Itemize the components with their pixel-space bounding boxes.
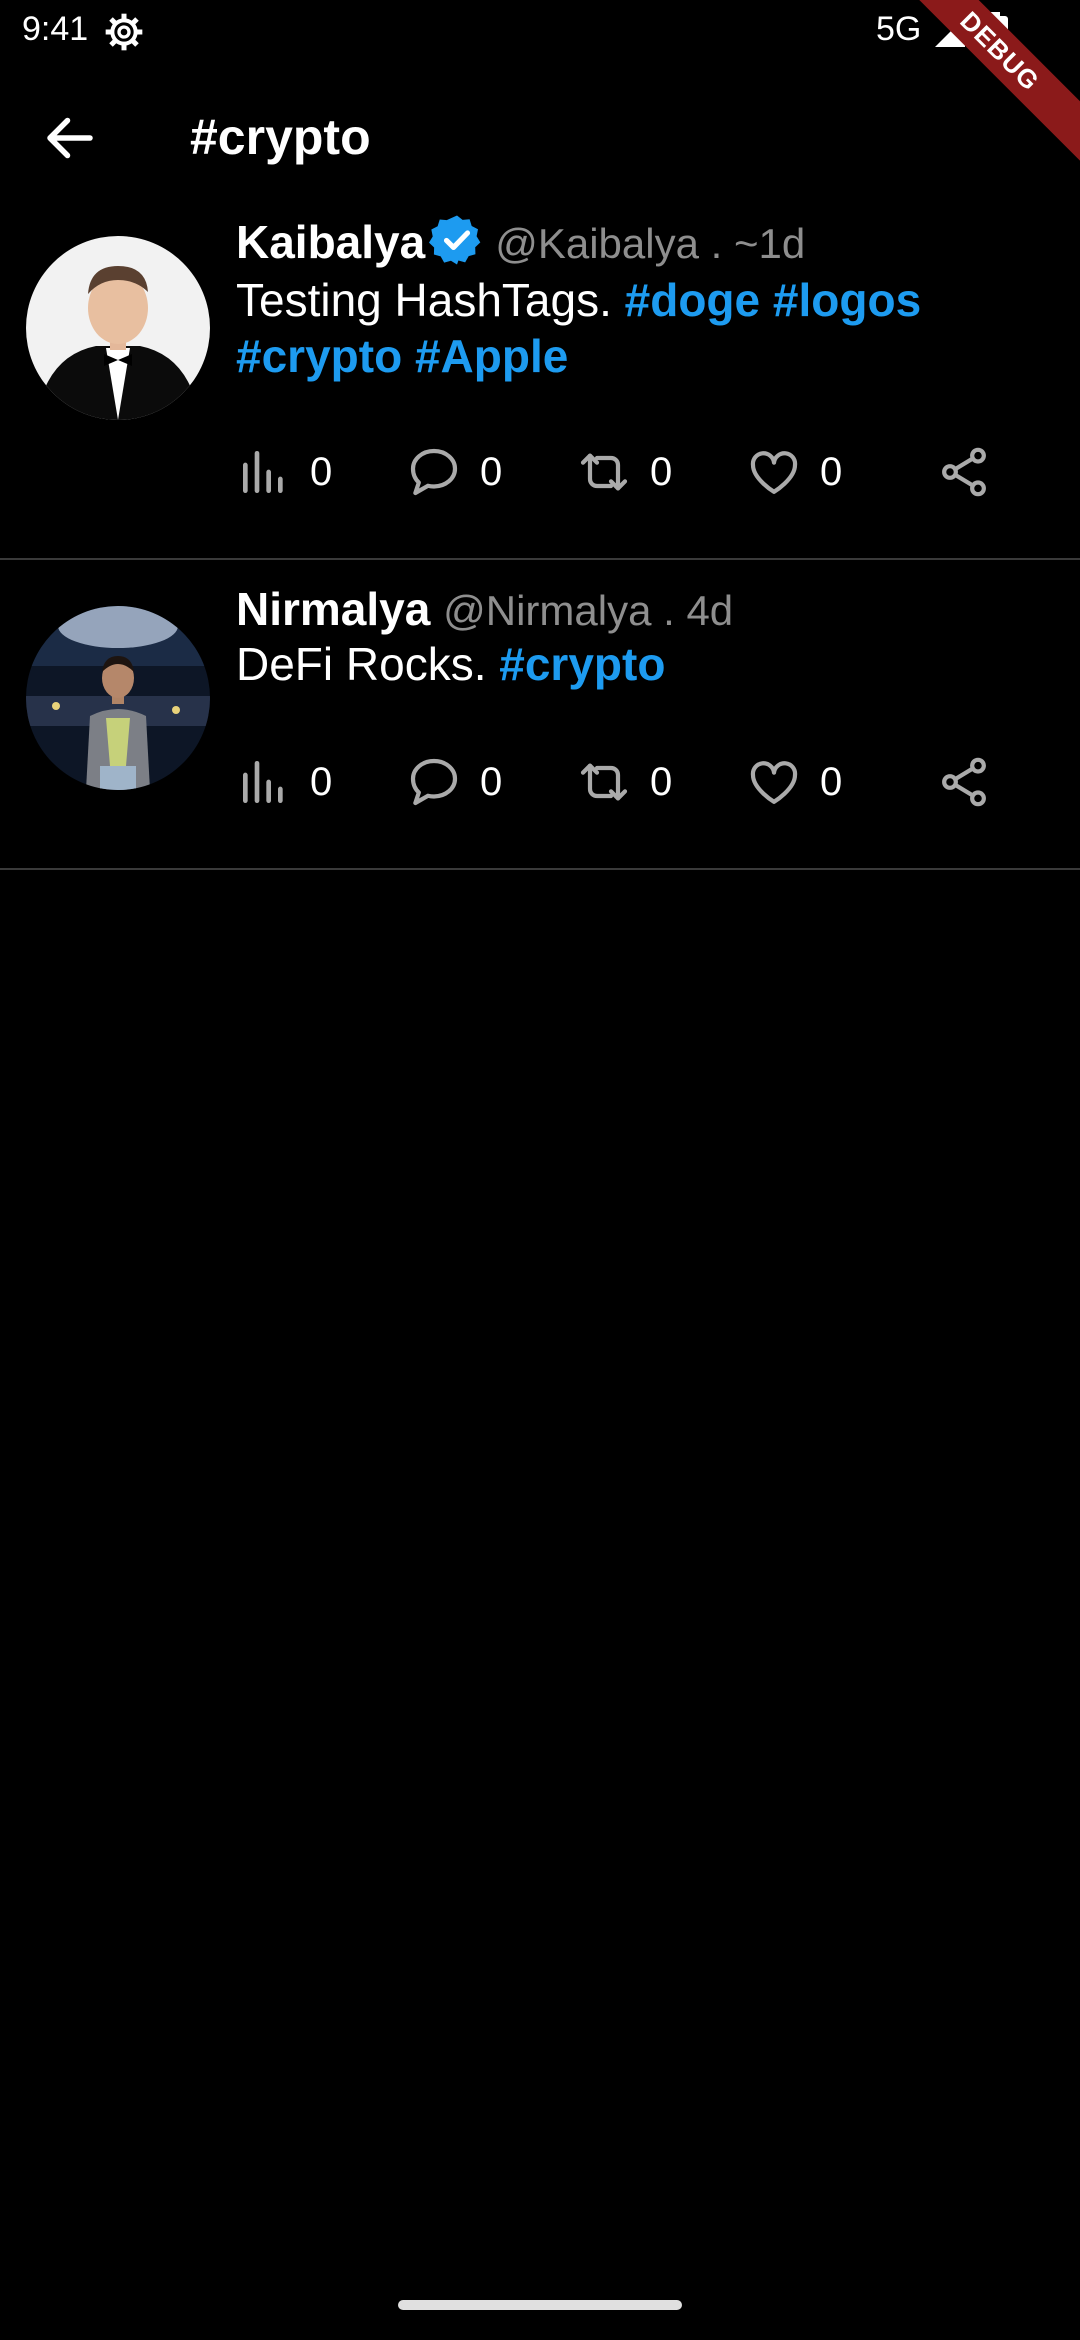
retweet-count: 0 (650, 449, 673, 494)
avatar-image (26, 236, 210, 420)
hashtag-link[interactable]: #logos (773, 274, 921, 326)
tweet-header: Nirmalya @Nirmalya . 4d (236, 582, 733, 636)
tweet-text: DeFi Rocks. #crypto (236, 636, 1036, 692)
retweet-button[interactable]: 0 (576, 440, 672, 504)
avatar[interactable] (26, 606, 210, 790)
comment-icon (410, 448, 458, 496)
tweet-card[interactable]: Nirmalya @Nirmalya . 4d DeFi Rocks. #cry… (0, 560, 1080, 870)
comment-icon (410, 758, 458, 806)
avatar-image (26, 606, 210, 790)
app-bar: #crypto (0, 90, 1080, 186)
like-count: 0 (820, 759, 843, 804)
author-name[interactable]: Nirmalya (236, 583, 430, 635)
analytics-icon (243, 761, 283, 803)
page-title: #crypto (190, 109, 371, 165)
tweet-text: Testing HashTags. #doge #logos #crypto #… (236, 272, 1036, 384)
settings-gear-icon (105, 13, 143, 51)
reply-count: 0 (480, 449, 503, 494)
tweet-body: DeFi Rocks. (236, 638, 500, 690)
reply-count: 0 (480, 759, 503, 804)
retweet-icon (580, 453, 628, 491)
reply-button[interactable]: 0 (406, 750, 502, 814)
views-button[interactable]: 0 (236, 440, 332, 504)
tweet-actions: 0 0 0 0 (236, 440, 996, 504)
like-button[interactable]: 0 (746, 750, 842, 814)
author-handle-time: @Nirmalya . 4d (443, 587, 734, 634)
share-icon (942, 447, 986, 497)
heart-icon (750, 451, 798, 494)
views-count: 0 (310, 759, 333, 804)
like-count: 0 (820, 449, 843, 494)
tweet-header: Kaibalya @Kaibalya . ~1d (236, 212, 805, 269)
heart-icon (750, 761, 798, 804)
tweet-body: Testing HashTags. (236, 274, 625, 326)
hashtag-link[interactable]: #crypto (236, 330, 402, 382)
avatar[interactable] (26, 236, 210, 420)
like-button[interactable]: 0 (746, 440, 842, 504)
tweet-actions: 0 0 0 0 (236, 750, 996, 814)
retweet-icon (580, 763, 628, 801)
share-icon (942, 757, 986, 807)
arrow-left-icon[interactable] (40, 108, 100, 168)
status-bar: 9:41 5G (0, 0, 1080, 64)
share-button[interactable] (936, 750, 992, 814)
retweet-button[interactable]: 0 (576, 750, 672, 814)
verified-badge-icon (429, 215, 481, 265)
retweet-count: 0 (650, 759, 673, 804)
hashtag-link[interactable]: #crypto (499, 638, 665, 690)
network-type: 5G (876, 10, 922, 48)
analytics-icon (243, 451, 283, 493)
views-button[interactable]: 0 (236, 750, 332, 814)
status-time: 9:41 (22, 10, 89, 48)
tweet-card[interactable]: Kaibalya @Kaibalya . ~1d Testing HashTag… (0, 186, 1080, 560)
author-handle-time: @Kaibalya . ~1d (495, 220, 806, 267)
hashtag-link[interactable]: #Apple (415, 330, 568, 382)
views-count: 0 (310, 449, 333, 494)
reply-button[interactable]: 0 (406, 440, 502, 504)
hashtag-link[interactable]: #doge (625, 274, 760, 326)
share-button[interactable] (936, 440, 992, 504)
home-indicator[interactable] (398, 2300, 682, 2310)
author-name[interactable]: Kaibalya (236, 216, 425, 268)
